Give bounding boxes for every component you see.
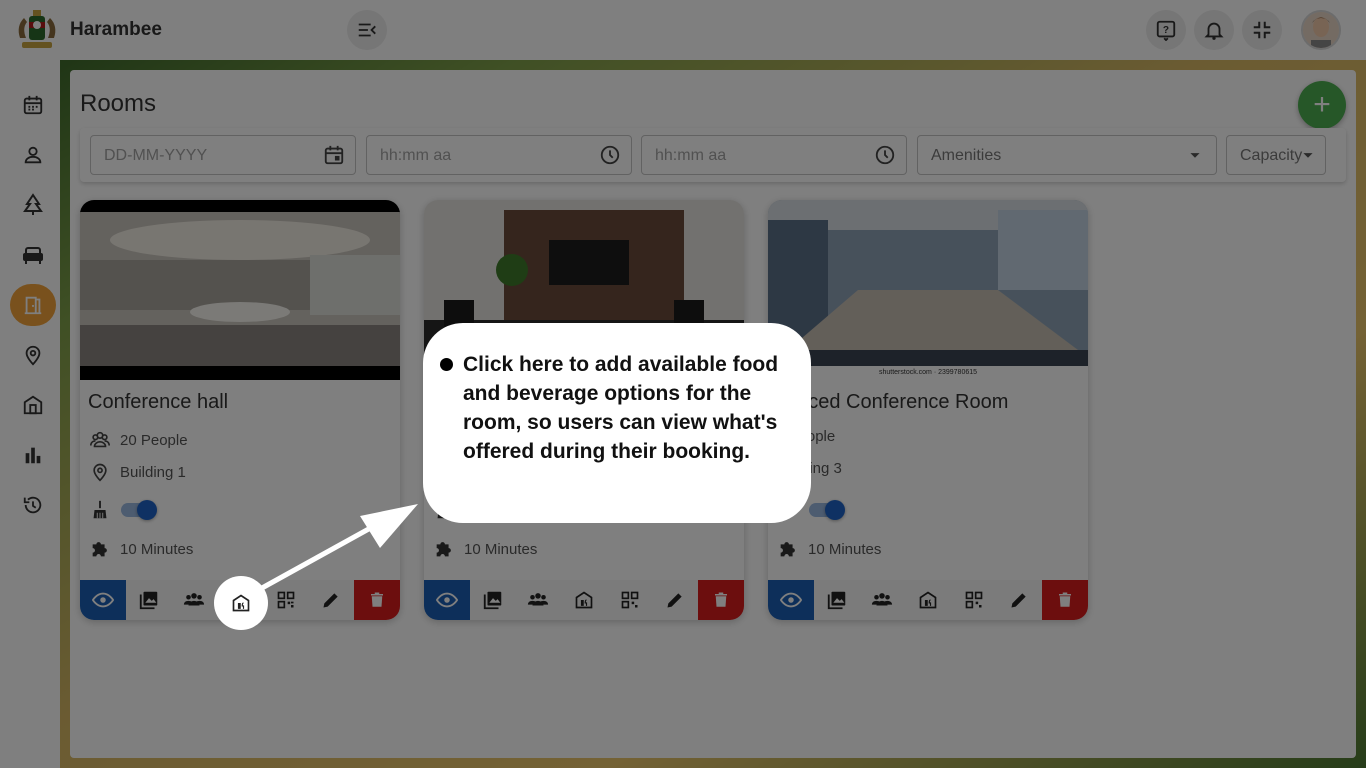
tutorial-text: Click here to add available food and bev… bbox=[463, 353, 779, 463]
restaurant-building-icon bbox=[232, 594, 250, 612]
bullet-icon bbox=[440, 358, 453, 371]
tutorial-callout: Click here to add available food and bev… bbox=[423, 323, 811, 523]
highlighted-food-beverage-button[interactable] bbox=[214, 576, 268, 630]
